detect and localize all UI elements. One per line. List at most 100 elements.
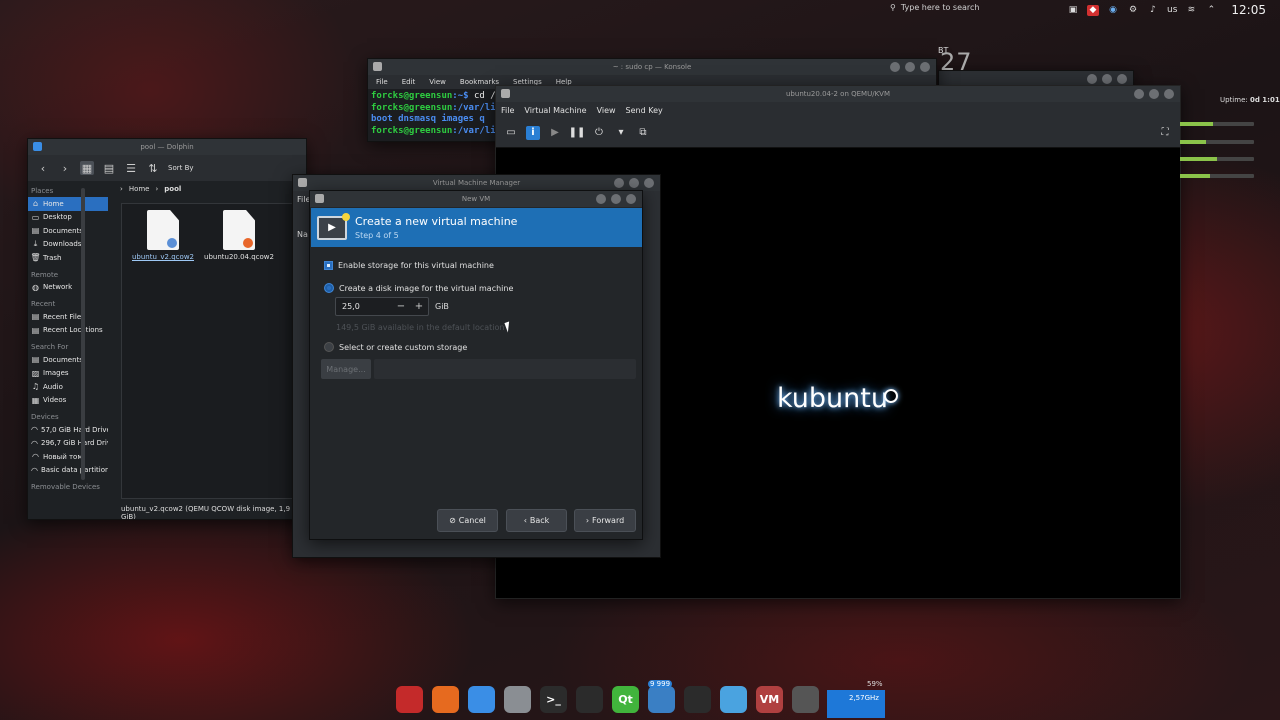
menu-file[interactable]: File <box>501 106 514 115</box>
back-button[interactable]: ‹ Back <box>506 509 567 532</box>
maximize-button[interactable] <box>611 194 621 204</box>
power-icon[interactable]: ⏻ <box>592 126 606 140</box>
file-item[interactable]: ubuntu_v2.qcow2 <box>128 210 198 261</box>
places-item[interactable]: ▤ Documents <box>28 224 108 238</box>
forward-icon[interactable]: › <box>58 161 72 175</box>
minimize-button[interactable] <box>614 178 624 188</box>
screenshot-icon[interactable] <box>792 685 819 713</box>
cpu-widget[interactable]: 59% 2,57GHz <box>827 680 885 718</box>
details-view-icon[interactable]: ☰ <box>124 161 138 175</box>
places-item[interactable]: ◠ 296,7 GiB Hard Drive <box>28 437 108 451</box>
minimize-button[interactable] <box>1087 74 1097 84</box>
places-item[interactable]: ▨ Images <box>28 367 108 381</box>
places-item[interactable]: ◠ Новый том <box>28 450 108 464</box>
virt-manager-icon[interactable]: VM <box>756 685 783 713</box>
manage-button[interactable]: Manage... <box>321 359 371 379</box>
disk-size-value[interactable]: 25,0 <box>336 302 392 311</box>
chevron-down-icon[interactable]: ▾ <box>614 126 628 140</box>
maximize-button[interactable] <box>629 178 639 188</box>
screen-icon[interactable]: ▣ <box>1067 5 1079 16</box>
play-icon[interactable]: ▶ <box>548 126 562 140</box>
places-item[interactable]: ▤ Documents <box>28 353 108 367</box>
places-item[interactable]: ◠ Basic data partition <box>28 464 108 478</box>
custom-storage-row[interactable]: Select or create custom storage <box>324 342 467 352</box>
places-item[interactable]: ▤ Recent Files <box>28 310 108 324</box>
menu-send-key[interactable]: Send Key <box>626 106 663 115</box>
custom-storage-radio[interactable] <box>324 342 334 352</box>
clock[interactable]: 12:05 <box>1231 3 1266 17</box>
sort-by-button[interactable]: Sort By <box>168 164 194 172</box>
places-item[interactable]: ⌂ Home <box>28 197 108 211</box>
settings-icon[interactable]: ⚙ <box>1127 5 1139 16</box>
keyboard-layout[interactable]: us <box>1167 5 1177 16</box>
new-vm-titlebar[interactable]: New VM <box>310 191 642 207</box>
maximize-button[interactable] <box>905 62 915 72</box>
menu-bookmarks[interactable]: Bookmarks <box>460 78 499 86</box>
places-item[interactable]: ▭ Desktop <box>28 211 108 225</box>
menu-virtual-machine[interactable]: Virtual Machine <box>524 106 586 115</box>
close-button[interactable] <box>644 178 654 188</box>
minimize-button[interactable] <box>596 194 606 204</box>
file-item[interactable]: ubuntu20.04.qcow2 <box>204 210 274 261</box>
close-button[interactable] <box>920 62 930 72</box>
increment-button[interactable]: + <box>410 301 428 312</box>
places-item[interactable]: ♫ Audio <box>28 380 108 394</box>
record-icon[interactable]: ◆ <box>1087 4 1099 16</box>
places-item[interactable]: ◍ Network <box>28 281 108 295</box>
finder-icon[interactable] <box>468 685 495 713</box>
storage-path-field[interactable] <box>374 359 636 379</box>
pause-icon[interactable]: ❚❚ <box>569 126 586 140</box>
menu-view[interactable]: View <box>429 78 446 86</box>
cancel-button[interactable]: ⊘ Cancel <box>437 509 498 532</box>
chevron-up-icon[interactable]: ⌃ <box>1205 5 1217 16</box>
qt-creator-icon[interactable]: Qt <box>612 685 639 713</box>
places-item[interactable]: ⤓ Downloads <box>28 238 108 252</box>
minimize-button[interactable] <box>890 62 900 72</box>
menu-edit[interactable]: Edit <box>402 78 416 86</box>
places-item[interactable]: ▤ Recent Locations <box>28 324 108 338</box>
forward-button[interactable]: › Forward <box>574 509 636 532</box>
compact-view-icon[interactable]: ▤ <box>102 161 116 175</box>
places-item[interactable]: 🗑 Trash <box>28 251 108 265</box>
create-disk-row[interactable]: Create a disk image for the virtual mach… <box>324 283 513 293</box>
app-red-icon[interactable] <box>396 685 423 713</box>
places-item[interactable]: ◠ 57,0 GiB Hard Drive <box>28 423 108 437</box>
places-item[interactable]: ▦ Videos <box>28 394 108 408</box>
enable-storage-checkbox[interactable] <box>324 261 333 270</box>
info-icon[interactable]: i <box>526 125 540 140</box>
minimize-button[interactable] <box>1134 89 1144 99</box>
maximize-button[interactable] <box>1149 89 1159 99</box>
firefox-icon[interactable] <box>432 685 459 713</box>
disk-size-spinbox[interactable]: 25,0 − + <box>335 297 429 316</box>
breadcrumb-home[interactable]: Home <box>129 185 150 193</box>
file-view[interactable]: ubuntu_v2.qcow2 ubuntu20.04.qcow2 <box>121 203 306 499</box>
create-disk-radio[interactable] <box>324 283 334 293</box>
menu-file[interactable]: File <box>376 78 388 86</box>
app-cube-icon[interactable] <box>720 685 747 713</box>
volume-icon[interactable]: ♪ <box>1147 5 1159 16</box>
back-icon[interactable]: ‹ <box>36 161 50 175</box>
icons-view-icon[interactable]: ▦ <box>80 161 94 175</box>
system-monitor-icon[interactable] <box>576 685 603 713</box>
vmm-titlebar[interactable]: Virtual Machine Manager <box>293 175 660 191</box>
snapshot-icon[interactable]: ⧉ <box>636 126 650 140</box>
konsole-titlebar[interactable]: ~ : sudo cp — Konsole <box>368 59 936 75</box>
close-button[interactable] <box>626 194 636 204</box>
sort-icon[interactable]: ⇅ <box>146 161 160 175</box>
decrement-button[interactable]: − <box>392 301 410 312</box>
new-vm-dialog[interactable]: New VM ▶ Create a new virtual machine St… <box>309 190 643 540</box>
menu-view[interactable]: View <box>597 106 616 115</box>
blender-icon[interactable] <box>684 685 711 713</box>
enable-storage-row[interactable]: Enable storage for this virtual machine <box>324 261 494 270</box>
search-box[interactable]: ⚲ Type here to search <box>890 3 980 12</box>
close-button[interactable] <box>1117 74 1127 84</box>
qemu-titlebar[interactable]: ubuntu20.04-2 on QEMU/KVM <box>496 86 1180 102</box>
sync-icon[interactable]: ◉ <box>1107 5 1119 16</box>
console-icon[interactable]: ▭ <box>504 126 518 140</box>
close-button[interactable] <box>1164 89 1174 99</box>
fullscreen-icon[interactable]: ⛶ <box>1158 126 1172 140</box>
dolphin-window[interactable]: pool — Dolphin ‹ › ▦ ▤ ☰ ⇅ Sort By Place… <box>27 138 307 520</box>
breadcrumb-pool[interactable]: pool <box>164 185 181 193</box>
network-icon[interactable]: ≋ <box>1185 5 1197 16</box>
terminal-icon[interactable]: >_ <box>540 685 567 713</box>
